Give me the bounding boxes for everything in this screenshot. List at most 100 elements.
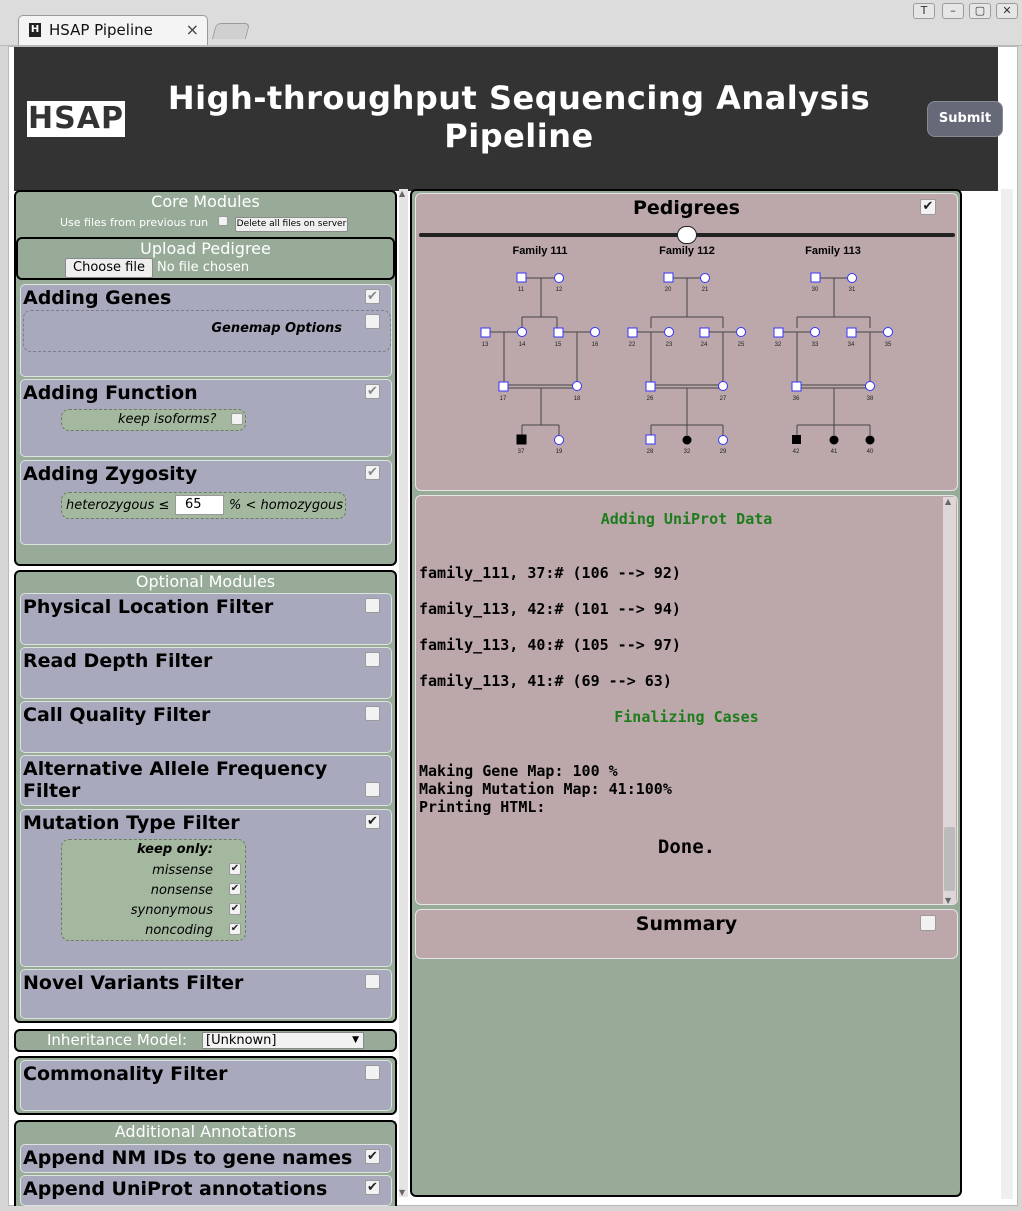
genemap-options-label: Genemap Options [211,321,342,336]
adding-genes-title: Adding Genes [23,287,172,309]
pedigree-individual-id: 32 [684,449,691,455]
uniprot-checkbox[interactable] [365,1180,380,1195]
missense-checkbox[interactable] [229,863,241,875]
dropdown-arrow-icon: ▼ [352,1035,359,1045]
maximize-button[interactable]: ▢ [969,3,991,19]
new-tab-button[interactable] [211,23,251,39]
nonsense-label: nonsense [150,883,213,898]
synonymous-checkbox[interactable] [229,903,241,915]
physical-location-checkbox[interactable] [365,598,380,613]
mutation-type-options: keep only: missense nonsense synonymous … [61,839,246,941]
summary-section: Summary [415,909,958,959]
genemap-options-checkbox[interactable] [365,314,380,329]
family-111-label: Family 111 [512,245,567,257]
call-quality-checkbox[interactable] [365,706,380,721]
submit-button[interactable]: Submit [927,101,1003,137]
no-file-chosen-label: No file chosen [157,260,250,275]
commonality-checkbox[interactable] [365,1065,380,1080]
page-scrollbar[interactable] [1001,189,1013,1199]
progress-line: Printing HTML: [419,798,546,816]
delete-files-button[interactable]: Delete all files on server [235,217,348,232]
pedigrees-checkbox[interactable] [920,199,936,215]
pedigree-individual-id: 15 [555,342,562,348]
window-menu-button[interactable]: T [913,3,935,19]
adding-zygosity-title: Adding Zygosity [23,463,198,485]
log-line: family_113, 41:# (69 --> 63) [419,672,672,690]
choose-file-button[interactable]: Choose file [65,258,153,278]
adding-function-title: Adding Function [23,382,198,404]
adding-zygosity-checkbox[interactable] [365,465,380,480]
additional-annotations-section: Additional Annotations Append NM IDs to … [14,1120,397,1206]
pedigree-individual-id: 14 [519,342,526,348]
adding-genes-checkbox[interactable] [365,289,380,304]
family-111-pedigree: Family 111 [480,245,600,445]
core-modules-section: Core Modules Use files from previous run… [14,190,397,566]
logo: HSAP [27,101,125,137]
missense-label: missense [152,863,213,878]
read-depth-title: Read Depth Filter [23,650,213,672]
log-line: family_113, 42:# (101 --> 94) [419,600,681,618]
zygosity-threshold-option: heterozygous ≤ 65 % < homozygous [61,492,346,519]
pedigree-individual-id: 28 [647,449,654,455]
pedigree-individual-id: 27 [720,396,727,402]
pedigrees-section: Pedigrees Family 111 [415,193,958,491]
nonsense-checkbox[interactable] [229,883,241,895]
log-line: family_111, 37:# (106 --> 92) [419,564,681,582]
log-scroll-thumb[interactable] [944,827,955,891]
novel-variants-checkbox[interactable] [365,974,380,989]
uniprot-module: Append UniProt annotations [20,1175,392,1206]
genemap-options: Genemap Options [23,310,391,352]
read-depth-module: Read Depth Filter [20,647,392,699]
core-modules-title: Core Modules [151,192,260,211]
pedigree-individual-id: 18 [574,396,581,402]
pedigree-individual-id: 31 [849,287,856,293]
minimize-button[interactable]: – [942,3,964,19]
family-113-pedigree: Family 113 [773,245,893,445]
noncoding-checkbox[interactable] [229,923,241,935]
scroll-down-icon[interactable]: ▼ [945,896,951,904]
close-window-button[interactable]: ✕ [996,3,1018,19]
pedigree-individual-id: 19 [556,449,563,455]
zygosity-threshold-input[interactable]: 65 [175,495,224,515]
nm-ids-title: Append NM IDs to gene names [23,1147,353,1169]
scroll-up-icon[interactable]: ▲ [945,497,951,506]
call-quality-title: Call Quality Filter [23,704,211,726]
nm-ids-module: Append NM IDs to gene names [20,1144,392,1173]
browser-chrome: H HSAP Pipeline × T – ▢ ✕ [0,0,1022,46]
pedigree-individual-id: 22 [629,342,636,348]
mutation-type-module: Mutation Type Filter keep only: missense… [20,809,392,967]
summary-checkbox[interactable] [920,915,936,931]
pedigree-individual-id: 35 [885,342,892,348]
keep-isoforms-option: keep isoforms? [61,409,246,431]
homozygous-label: % < homozygous [229,498,344,513]
alt-allele-checkbox[interactable] [365,782,380,797]
adding-zygosity-module: Adding Zygosity heterozygous ≤ 65 % < ho… [20,460,392,545]
tab-hsap-pipeline[interactable]: H HSAP Pipeline × [18,15,208,45]
keep-only-label: keep only: [137,842,213,857]
tab-close-icon[interactable]: × [186,20,199,39]
pedigree-individual-id: 24 [701,342,708,348]
pedigree-individual-id: 37 [518,449,525,455]
scroll-up-icon[interactable]: ▲ [399,189,405,198]
uniprot-title: Append UniProt annotations [23,1178,328,1200]
keep-isoforms-checkbox[interactable] [231,413,243,425]
pedigree-individual-id: 21 [702,287,709,293]
left-panel-scrollbar[interactable]: ▲ ▼ [399,189,408,1197]
use-files-checkbox[interactable] [218,216,228,226]
pedigree-individual-id: 33 [812,342,819,348]
pedigrees-title: Pedigrees [633,197,740,219]
log-heading-uniprot: Adding UniProt Data [600,510,773,528]
inheritance-model-select[interactable]: [Unknown] ▼ [202,1032,364,1049]
read-depth-checkbox[interactable] [365,652,380,667]
nm-ids-checkbox[interactable] [365,1149,380,1164]
page-header: HSAP High-throughput Sequencing Analysis… [14,47,1003,191]
mutation-type-checkbox[interactable] [365,814,380,829]
pedigree-individual-id: 26 [647,396,654,402]
commonality-section: Commonality Filter [14,1056,397,1115]
log-scrollbar[interactable]: ▲ ▼ [943,497,956,904]
progress-line: Making Gene Map: 100 % [419,762,618,780]
physical-location-module: Physical Location Filter [20,593,392,645]
scroll-down-icon[interactable]: ▼ [399,1188,405,1197]
adding-function-checkbox[interactable] [365,384,380,399]
adding-function-module: Adding Function keep isoforms? [20,379,392,457]
